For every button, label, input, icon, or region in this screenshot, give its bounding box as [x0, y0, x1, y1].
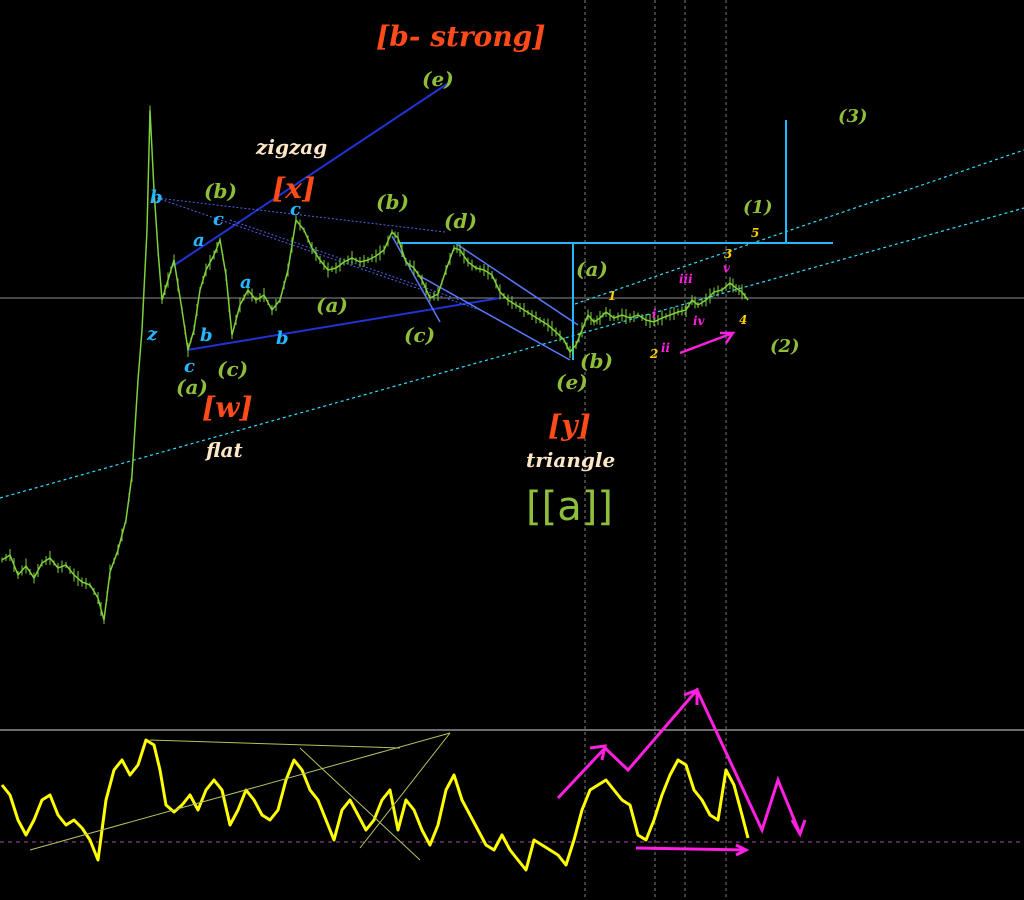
wave-label-b-left: (b): [204, 179, 237, 203]
wave-label-a-cyan-2: a: [240, 272, 252, 293]
wave-label-c-left: (c): [217, 357, 248, 381]
wave-label-five: 5: [751, 226, 759, 240]
wave-label-aa: [[a]]: [526, 484, 613, 530]
wave-label-w: [w]: [202, 391, 253, 424]
wave-label-y: [y]: [548, 409, 591, 442]
wave-label-a-right: (a): [576, 257, 608, 281]
wave-label-b-cyan-1: b: [150, 187, 163, 208]
wave-label-c-cyan-1: c: [213, 209, 224, 230]
wave-label-z: z: [146, 324, 158, 345]
wave-label-i: i: [652, 307, 657, 321]
wave-label-c-cyan-2: c: [184, 356, 195, 377]
wave-label-b-strong: [b- strong]: [376, 20, 546, 53]
elliott-wave-chart: [b- strong](e)zigzag[x](b) (b)(d)(3)(1)53…: [0, 0, 1024, 900]
wave-label-triangle: triangle: [526, 448, 615, 472]
wave-label-e-bottom: (e): [556, 370, 588, 394]
wave-label-one-small: 1: [608, 289, 616, 303]
wave-label-flat: flat: [204, 438, 244, 462]
wave-label-zigzag: zigzag: [255, 135, 327, 159]
wave-label-b-cyan-3: b: [276, 328, 289, 349]
wave-label-b-mid: (b): [376, 190, 409, 214]
wave-label-two-small: 2: [649, 347, 658, 361]
wave-label-d: (d): [444, 209, 477, 233]
wave-label-ii: ii: [661, 341, 671, 355]
wave-label-two-right: (2): [770, 336, 800, 357]
wave-label-v: v: [723, 261, 731, 275]
wave-label-c-mid: (c): [404, 323, 435, 347]
wave-label-four: 4: [739, 313, 747, 327]
wave-label-a-mid: (a): [316, 293, 348, 317]
wave-label-three-top: (3): [838, 106, 868, 127]
wave-label-one-top: (1): [743, 197, 773, 218]
wave-label-iv: iv: [693, 314, 706, 328]
wave-label-a-cyan-1: a: [193, 230, 205, 251]
wave-label-iii: iii: [679, 272, 693, 286]
wave-label-e-top: (e): [422, 67, 454, 91]
wave-label-b-cyan-2: b: [200, 325, 213, 346]
wave-label-three-small: 3: [724, 247, 732, 261]
wave-label-c-cyan-3: c: [290, 199, 301, 220]
